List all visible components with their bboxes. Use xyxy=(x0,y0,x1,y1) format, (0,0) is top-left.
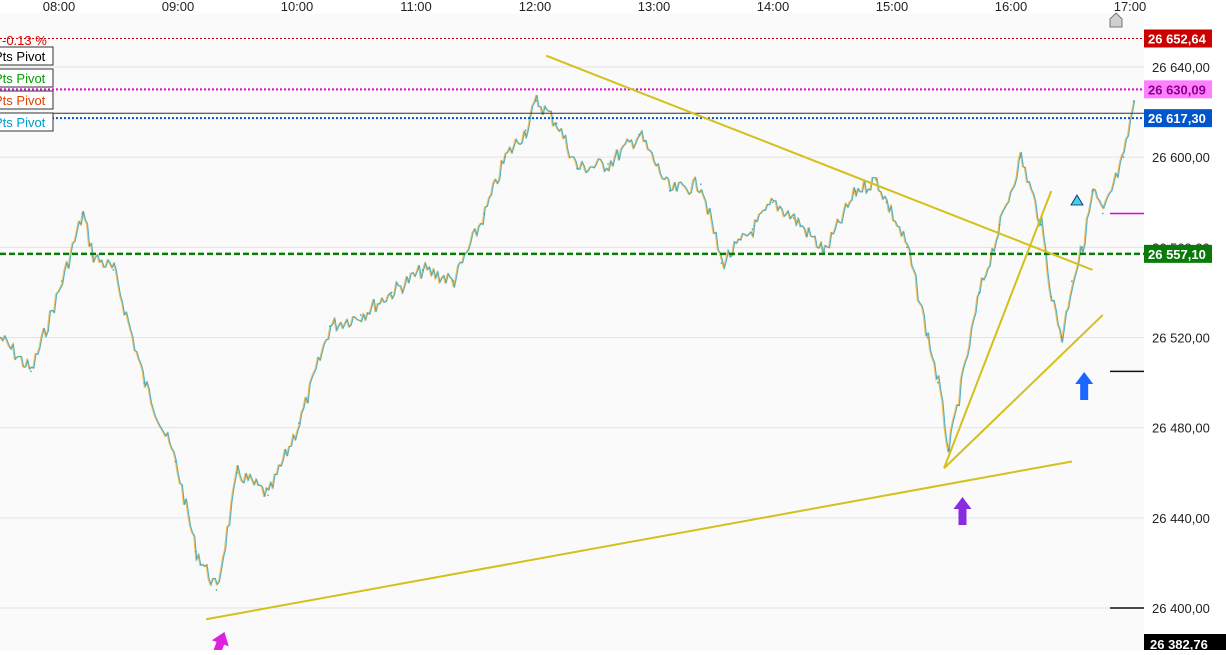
price-point xyxy=(1040,223,1042,226)
pivot-label-text: Pts Pivot xyxy=(0,49,46,64)
price-point xyxy=(1101,212,1104,215)
price-point xyxy=(792,217,795,219)
price-point xyxy=(421,269,424,271)
y-tick-label: 26 640,00 xyxy=(1152,60,1210,75)
x-tick-label: 08:00 xyxy=(43,0,76,14)
price-point xyxy=(524,129,527,131)
price-point xyxy=(885,201,888,204)
price-point xyxy=(937,381,939,384)
price-point xyxy=(1060,336,1063,339)
y-tick-label: 26 400,00 xyxy=(1152,601,1210,616)
level-price-label: 26 617,30 xyxy=(1148,111,1206,126)
y-tick-label: 26 440,00 xyxy=(1152,511,1210,526)
price-point xyxy=(30,370,32,373)
price-point xyxy=(298,422,300,424)
x-tick-label: 10:00 xyxy=(281,0,314,14)
price-point xyxy=(875,178,877,181)
price-point xyxy=(215,589,218,591)
price-point xyxy=(359,314,362,316)
price-point xyxy=(504,156,506,158)
y-tick-label: 26 520,00 xyxy=(1152,331,1210,346)
price-point xyxy=(143,381,146,384)
price-point xyxy=(1091,190,1094,192)
price-point xyxy=(978,291,980,294)
price-chart-svg[interactable]: 26 640,0026 600,0026 560,0026 520,0026 4… xyxy=(0,0,1226,655)
price-point xyxy=(576,167,578,170)
price-point xyxy=(854,190,857,192)
intraday-chart[interactable]: 26 640,0026 600,0026 560,0026 520,0026 4… xyxy=(0,0,1226,655)
price-point xyxy=(638,133,640,136)
price-point xyxy=(1019,156,1022,158)
price-point xyxy=(607,163,609,165)
price-point xyxy=(751,228,754,231)
pivot-label-text: Pts Pivot xyxy=(0,115,46,130)
price-point xyxy=(452,280,455,282)
x-tick-label: 12:00 xyxy=(519,0,552,14)
price-point xyxy=(329,325,331,328)
x-tick-label: 14:00 xyxy=(757,0,790,14)
price-point xyxy=(112,269,115,271)
price-point xyxy=(720,262,723,264)
price-point xyxy=(195,550,197,553)
price-point xyxy=(1081,246,1083,249)
level-price-label: 26 557,10 xyxy=(1148,247,1206,262)
price-point xyxy=(1071,280,1073,282)
price-point xyxy=(236,471,238,474)
price-point xyxy=(174,460,177,463)
x-tick-label: 15:00 xyxy=(876,0,909,14)
price-point xyxy=(998,223,1001,226)
x-tick-label: 17:00 xyxy=(1114,0,1147,14)
x-tick-label: 13:00 xyxy=(638,0,671,14)
price-point xyxy=(535,100,537,102)
level-price-label: 26 652,64 xyxy=(1148,32,1207,47)
price-point xyxy=(926,336,929,339)
x-tick-label: 09:00 xyxy=(162,0,195,14)
price-point xyxy=(823,251,826,253)
price-point xyxy=(91,255,94,258)
price-point xyxy=(700,183,702,186)
y-tick-label: 26 600,00 xyxy=(1152,150,1210,165)
price-point xyxy=(483,212,486,215)
price-point xyxy=(772,201,774,204)
price-point xyxy=(81,212,84,215)
price-point xyxy=(267,494,269,497)
price-point xyxy=(906,246,908,249)
price-point xyxy=(390,291,393,294)
price-point xyxy=(1132,100,1135,102)
price-point xyxy=(61,280,63,282)
price-point xyxy=(1122,156,1125,158)
bottom-price-label: 26 382,76 xyxy=(1150,637,1208,650)
level-price-label: 26 630,09 xyxy=(1148,82,1206,97)
y-tick-label: 26 480,00 xyxy=(1152,421,1210,436)
pivot-label-text: Pts Pivot xyxy=(0,71,46,86)
pivot-label-text: Pts Pivot xyxy=(0,93,46,108)
plot-area xyxy=(0,14,1144,650)
price-point xyxy=(555,122,558,125)
price-point xyxy=(947,449,949,452)
price-point xyxy=(669,190,671,192)
x-tick-label: 16:00 xyxy=(995,0,1028,14)
x-tick-label: 11:00 xyxy=(400,0,432,14)
price-point xyxy=(1050,296,1053,298)
pct-change-label: -0.13 % xyxy=(2,33,47,48)
